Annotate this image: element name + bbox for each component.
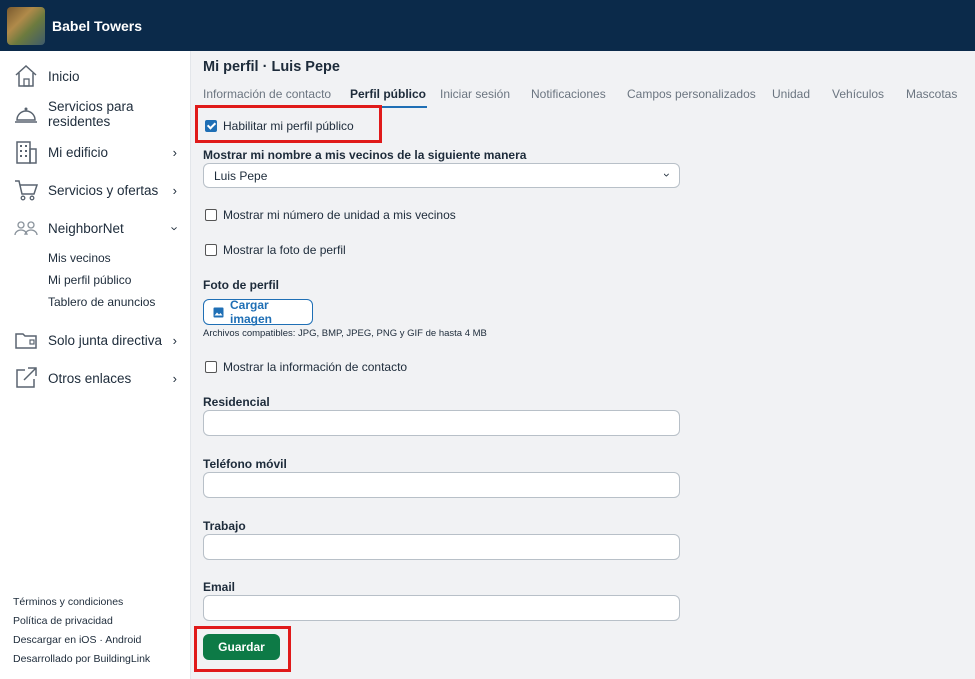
footer-link-privacidad[interactable]: Política de privacidad xyxy=(13,615,113,627)
display-name-label: Mostrar mi nombre a mis vecinos de la si… xyxy=(203,148,527,162)
tab-mascotas[interactable]: Mascotas xyxy=(906,87,957,101)
show-contact-label: Mostrar la información de contacto xyxy=(223,360,408,374)
sidebar-item-servicios-residentes[interactable]: Servicios para residentes xyxy=(0,96,191,132)
upload-image-button[interactable]: Cargar imagen xyxy=(203,298,313,326)
sidebar-item-servicios-ofertas[interactable]: Servicios y ofertas › xyxy=(0,172,191,208)
residencial-input[interactable] xyxy=(203,410,680,436)
show-contact-checkbox[interactable] xyxy=(205,361,217,373)
folder-icon xyxy=(12,326,40,354)
enable-profile-checkbox[interactable] xyxy=(205,120,217,132)
image-icon xyxy=(213,307,224,318)
upload-image-label: Cargar imagen xyxy=(230,298,273,326)
sidebar-item-label: NeighborNet xyxy=(48,220,124,236)
app-title[interactable]: Babel Towers xyxy=(52,18,142,34)
chevron-right-icon: › xyxy=(172,144,177,160)
sidebar-subitem-mi-perfil-publico[interactable]: Mi perfil público xyxy=(48,273,131,287)
chevron-down-icon: › xyxy=(660,173,674,177)
show-unit-label: Mostrar mi número de unidad a mis vecino… xyxy=(223,208,456,222)
sidebar-item-label: Servicios y ofertas xyxy=(48,182,159,198)
sidebar-item-label: Solo junta directiva xyxy=(48,332,163,348)
footer-link-descargar[interactable]: Descargar en iOS · Android xyxy=(13,634,141,646)
footer-link-terminos[interactable]: Términos y condiciones xyxy=(13,596,123,608)
sidebar-item-inicio[interactable]: Inicio xyxy=(0,58,191,94)
show-photo-checkbox[interactable] xyxy=(205,244,217,256)
tab-informacion-contacto[interactable]: Información de contacto xyxy=(203,87,331,101)
email-input[interactable] xyxy=(203,595,680,621)
enable-profile-label: Habilitar mi perfil público xyxy=(223,119,354,133)
chevron-right-icon: › xyxy=(172,182,177,198)
page-title: Mi perfil · Luis Pepe xyxy=(203,59,340,75)
tab-unidad[interactable]: Unidad xyxy=(772,87,810,101)
sidebar: Inicio Servicios para residentes Mi edif… xyxy=(0,51,191,679)
tab-perfil-publico[interactable]: Perfil público xyxy=(350,87,426,101)
chevron-right-icon: › xyxy=(172,370,177,386)
sidebar-item-label: Mi edificio xyxy=(48,144,109,160)
active-tab-underline xyxy=(338,106,427,108)
sidebar-subitem-mis-vecinos[interactable]: Mis vecinos xyxy=(48,251,111,265)
tab-bar: Información de contacto Perfil público I… xyxy=(191,84,975,108)
sidebar-item-otros-enlaces[interactable]: Otros enlaces › xyxy=(0,360,191,396)
sidebar-item-label: Otros enlaces xyxy=(48,370,132,386)
telefono-input[interactable] xyxy=(203,472,680,498)
show-photo-label: Mostrar la foto de perfil xyxy=(223,243,346,257)
tab-campos-personalizados[interactable]: Campos personalizados xyxy=(627,87,756,101)
people-icon xyxy=(12,214,40,242)
chevron-down-icon: › xyxy=(167,225,183,231)
tab-vehiculos[interactable]: Vehículos xyxy=(832,87,884,101)
building-logo[interactable] xyxy=(7,6,45,45)
sidebar-subitem-tablero-anuncios[interactable]: Tablero de anuncios xyxy=(48,295,155,309)
photo-label: Foto de perfil xyxy=(203,278,279,292)
home-icon xyxy=(12,62,40,90)
file-types-hint: Archivos compatibles: JPG, BMP, JPEG, PN… xyxy=(203,328,487,339)
sidebar-item-label: Inicio xyxy=(48,68,80,84)
main-content: Mi perfil · Luis Pepe Información de con… xyxy=(191,51,975,679)
external-link-icon xyxy=(12,364,40,392)
sidebar-item-label: Servicios para residentes xyxy=(48,99,134,129)
cart-icon xyxy=(12,176,40,204)
chevron-right-icon: › xyxy=(172,332,177,348)
save-button[interactable]: Guardar xyxy=(203,634,280,660)
footer-link-buildinglink[interactable]: Desarrollado por BuildingLink xyxy=(13,653,150,665)
display-name-select[interactable]: Luis Pepe › xyxy=(203,163,680,188)
email-label: Email xyxy=(203,580,236,594)
top-bar: Babel Towers xyxy=(0,0,975,51)
tab-notificaciones[interactable]: Notificaciones xyxy=(531,87,606,101)
bell-icon xyxy=(12,100,40,128)
sidebar-item-neighbornet[interactable]: NeighborNet › xyxy=(0,210,191,246)
trabajo-label: Trabajo xyxy=(203,519,246,533)
show-unit-checkbox[interactable] xyxy=(205,209,217,221)
telefono-label: Teléfono móvil xyxy=(203,457,287,471)
building-icon xyxy=(12,138,40,166)
sidebar-item-mi-edificio[interactable]: Mi edificio › xyxy=(0,134,191,170)
trabajo-input[interactable] xyxy=(203,534,680,560)
sidebar-item-junta-directiva[interactable]: Solo junta directiva › xyxy=(0,322,191,358)
display-name-value: Luis Pepe xyxy=(214,169,268,183)
residencial-label: Residencial xyxy=(203,395,270,409)
tab-iniciar-sesion[interactable]: Iniciar sesión xyxy=(440,87,510,101)
